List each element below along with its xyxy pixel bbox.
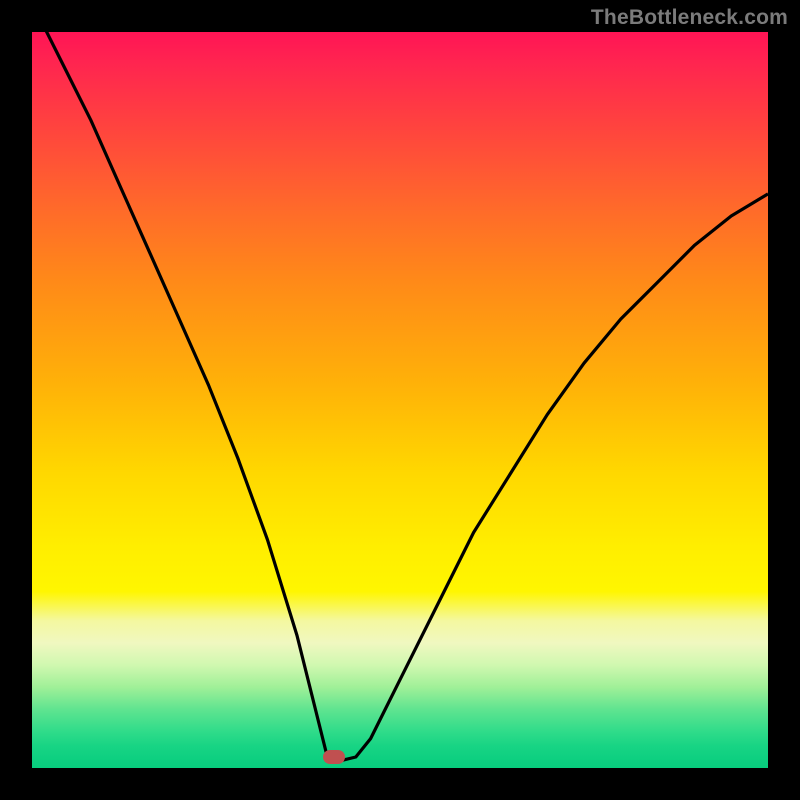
plot-area: [32, 32, 768, 768]
bottleneck-curve-svg: [32, 32, 768, 768]
optimal-marker: [323, 750, 345, 764]
watermark-text: TheBottleneck.com: [591, 6, 788, 30]
bottleneck-curve-path: [32, 32, 768, 761]
chart-frame: TheBottleneck.com: [0, 0, 800, 800]
